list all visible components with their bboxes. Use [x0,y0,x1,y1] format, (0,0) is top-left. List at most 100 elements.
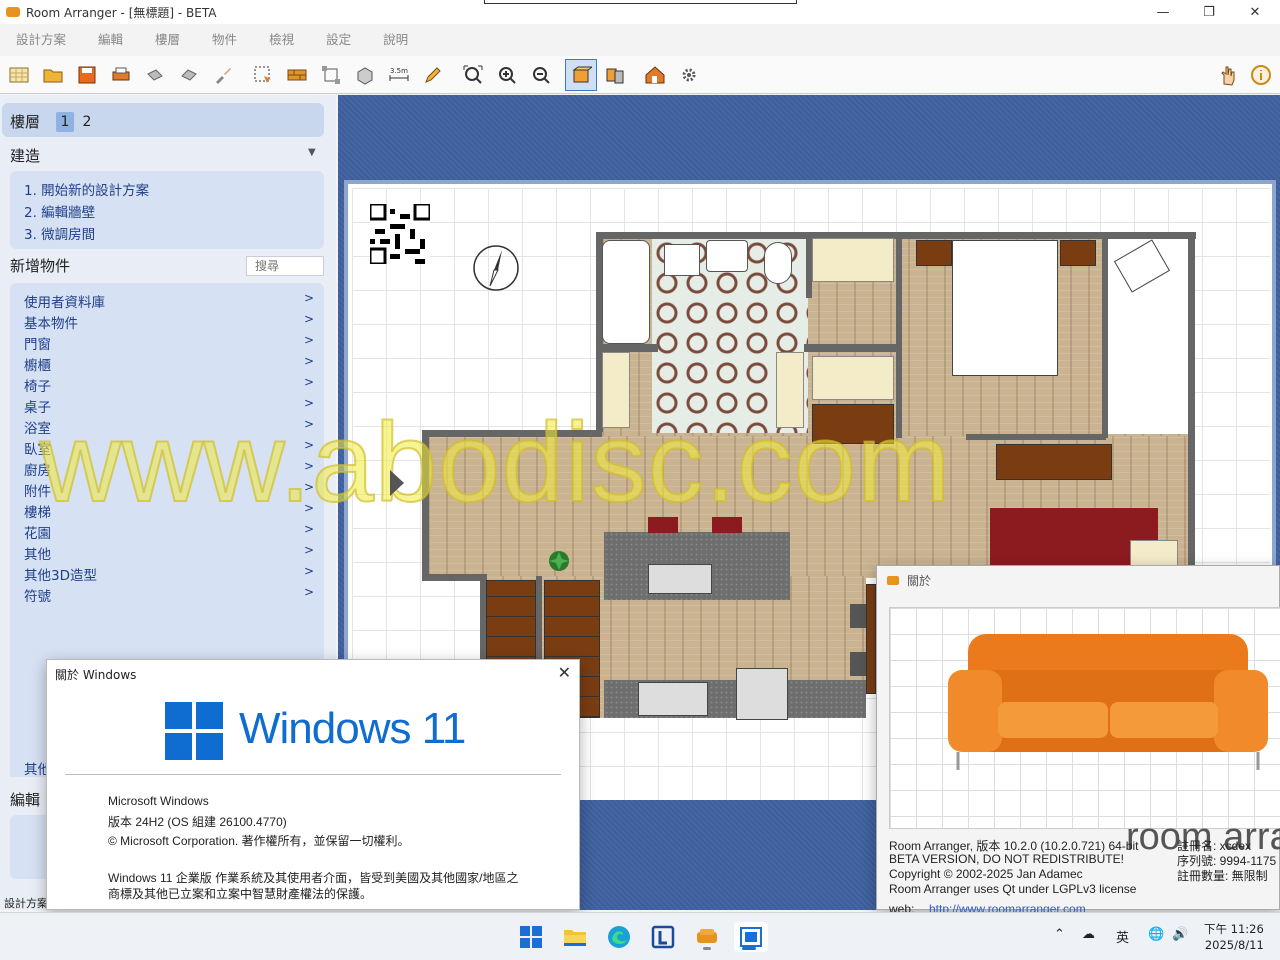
input-language[interactable]: 英 [1116,927,1129,946]
zoom-fit-icon[interactable] [460,62,486,88]
title-bar: Room Arranger - [無標題] - BETA — ❐ ✕ [0,0,1280,24]
dialog-title: 關於 [907,574,932,588]
wall[interactable] [422,574,486,581]
floor-2-button[interactable]: 2 [78,112,96,132]
app-l-icon[interactable] [648,922,678,952]
menu-help[interactable]: 說明 [367,29,424,48]
build-title[interactable]: 建造 [10,145,40,166]
pencil-icon[interactable] [420,62,446,88]
clock[interactable]: 下午 11:26 2025/8/11 [1204,921,1264,953]
save-icon[interactable] [74,62,100,88]
os-name: Microsoft Windows [108,794,209,808]
wall[interactable] [602,344,658,352]
menu-project[interactable]: 設計方案 [0,29,82,48]
play-arrow-icon [390,470,404,496]
wall[interactable] [1188,232,1195,572]
file-explorer-icon[interactable] [560,922,590,952]
close-icon[interactable]: ✕ [1232,0,1278,24]
toolbar: 3.5m [0,56,1280,94]
restore-icon[interactable]: ❐ [1186,0,1232,24]
info-icon[interactable] [1248,62,1274,88]
chevron-right-icon: > [303,585,314,599]
plant-icon[interactable] [548,550,570,572]
wardrobe[interactable] [812,356,894,400]
3d-objects-icon[interactable] [602,62,628,88]
menu-view[interactable]: 檢視 [253,29,310,48]
category-item[interactable]: 其他3D造型 > [24,564,314,584]
hand-tool-icon[interactable] [1214,62,1240,88]
wall[interactable] [1102,238,1108,438]
close-icon[interactable]: ✕ [558,663,571,682]
speaker-icon[interactable]: 🔊 [1172,927,1188,942]
bed-icon[interactable] [952,240,1058,376]
copyright-text: Copyright © 2002-2025 Jan Adamec [889,867,1083,881]
menu-settings[interactable]: 設定 [310,29,367,48]
category-item[interactable]: 符號 > [24,585,314,605]
about-room-arranger-dialog: 關於 room arra Room Arranger, 版本 10.2.0 (1… [876,565,1280,916]
active-indicator [742,947,756,950]
bathtub-icon[interactable] [602,240,650,344]
collapse-triangle-icon[interactable]: ▼ [308,147,316,158]
open-folder-icon[interactable] [40,62,66,88]
search-input[interactable] [246,256,324,276]
menu-objects[interactable]: 物件 [196,29,253,48]
edit-title: 編輯 [10,791,41,809]
zoom-out-icon[interactable] [528,62,554,88]
minimize-icon[interactable]: — [1140,0,1186,24]
step-new-project[interactable]: 1. 開始新的設計方案 [24,179,149,199]
chevron-up-icon[interactable]: ⌃ [1054,927,1065,942]
category-item[interactable]: 其他 > [24,543,314,563]
category-item[interactable]: 使用者資料庫 > [24,291,314,311]
sink-icon[interactable] [648,564,712,594]
wardrobe[interactable] [812,238,894,282]
measure-icon[interactable]: 3.5m [386,62,412,88]
category-item[interactable]: 櫥櫃 > [24,354,314,374]
redo-icon[interactable] [176,62,202,88]
category-item[interactable]: 門窗 > [24,333,314,353]
edge-browser-icon[interactable] [604,922,634,952]
menu-edit[interactable]: 編輯 [82,29,139,48]
wall[interactable] [804,344,898,352]
house-3d-icon[interactable] [642,62,668,88]
compass-icon[interactable] [472,244,520,292]
license-text-2: 商標及其他已立案和立案中智慧財產權法的保護。 [108,887,373,901]
sofa-app-icon [6,7,20,17]
step-edit-walls[interactable]: 2. 編輯牆壁 [24,201,95,221]
network-icon[interactable]: 🌐 [1148,927,1164,942]
dialog-title: 關於 Windows [55,668,137,682]
svg-text:3.5m: 3.5m [390,67,408,75]
nightstand[interactable] [1060,240,1096,266]
floor-1-button[interactable]: 1 [56,112,74,132]
settings-gear-icon[interactable] [676,62,702,88]
dimensions-icon[interactable] [318,62,344,88]
zoom-in-icon[interactable] [494,62,520,88]
2d-view-icon[interactable] [565,59,597,91]
windows-start-icon[interactable] [516,922,546,952]
floor-label: 樓層 [10,113,41,131]
room-arranger-icon[interactable] [692,922,722,952]
toilet-icon[interactable] [764,242,792,284]
dining-table[interactable] [866,584,876,694]
tv-stand[interactable] [996,444,1112,480]
menu-floor[interactable]: 樓層 [139,29,196,48]
category-item[interactable]: 基本物件 > [24,312,314,332]
beta-notice: BETA VERSION, DO NOT REDISTRIBUTE! [889,852,1124,866]
undo-icon[interactable] [142,62,168,88]
print-icon[interactable] [108,62,134,88]
3d-block-icon[interactable] [352,62,378,88]
select-area-icon[interactable] [250,62,276,88]
active-window-icon[interactable] [734,922,768,952]
basin-icon[interactable] [706,240,748,272]
wall-icon[interactable] [284,62,310,88]
fridge-icon[interactable] [736,668,788,720]
windows-wordmark: Windows 11 [239,704,466,753]
new-project-icon[interactable] [6,62,32,88]
wall[interactable] [966,434,1106,440]
paint-brush-icon[interactable] [210,62,236,88]
step-adjust-rooms[interactable]: 3. 微調房間 [24,223,95,243]
cloud-icon[interactable]: ☁ [1082,927,1095,942]
sink-icon[interactable] [664,244,700,276]
stove-icon[interactable] [638,682,708,716]
nightstand[interactable] [916,240,952,266]
category-item[interactable]: 椅子 > [24,375,314,395]
